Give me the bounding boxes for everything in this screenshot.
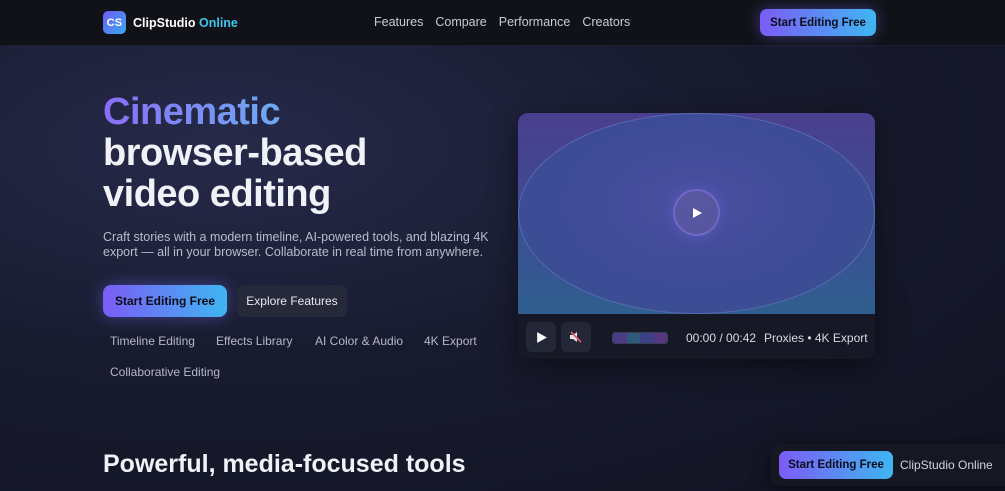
hero-title-highlight: Cinematic: [103, 92, 367, 133]
scrubber-segment: [653, 333, 667, 343]
tag-4k-export[interactable]: 4K Export: [424, 334, 477, 348]
top-nav: CS ClipStudio Online Features Compare Pe…: [0, 0, 1005, 46]
hero-title: Cinematic browser-based video editing: [103, 92, 367, 215]
big-play-button[interactable]: [673, 189, 720, 236]
video-preview[interactable]: [518, 113, 875, 314]
nav-link-compare[interactable]: Compare: [435, 15, 486, 29]
start-editing-button[interactable]: Start Editing Free: [103, 285, 227, 317]
hero-title-line2: browser-based: [103, 132, 367, 174]
brand[interactable]: CS ClipStudio Online: [103, 11, 238, 34]
nav-link-performance[interactable]: Performance: [499, 15, 571, 29]
logo: CS: [103, 11, 126, 34]
floating-start-editing-button[interactable]: Start Editing Free: [779, 451, 893, 479]
hero-subtitle: Craft stories with a modern timeline, AI…: [103, 230, 489, 259]
nav-links: Features Compare Performance Creators: [374, 15, 630, 29]
nav-link-creators[interactable]: Creators: [582, 15, 630, 29]
muted-speaker-icon: [570, 331, 582, 343]
tag-ai-color-audio[interactable]: AI Color & Audio: [315, 334, 403, 348]
floating-cta-bar: Start Editing Free ClipStudio Online: [771, 444, 1005, 486]
brand-name: ClipStudio Online: [133, 16, 238, 30]
brand-name-main: ClipStudio: [133, 15, 196, 30]
video-player: 00:00 / 00:42 Proxies • 4K Export: [518, 113, 875, 359]
scrubber-segment: [613, 333, 627, 343]
play-icon: [692, 207, 702, 218]
explore-features-button[interactable]: Explore Features: [237, 285, 347, 317]
scrubber-segment: [626, 333, 640, 343]
nav-start-editing-button[interactable]: Start Editing Free: [760, 9, 876, 36]
time-readout: 00:00 / 00:42: [686, 331, 757, 345]
play-button[interactable]: [526, 322, 556, 352]
floating-brand-label: ClipStudio Online: [900, 458, 993, 472]
player-controls: 00:00 / 00:42 Proxies • 4K Export: [518, 314, 875, 359]
export-meta: Proxies • 4K Export: [764, 331, 868, 345]
tag-timeline-editing[interactable]: Timeline Editing: [110, 334, 195, 348]
brand-name-accent: Online: [198, 15, 238, 30]
tag-collaborative-editing[interactable]: Collaborative Editing: [110, 365, 220, 379]
scrubber-segment: [640, 333, 654, 343]
tag-effects-library[interactable]: Effects Library: [216, 334, 292, 348]
play-icon: [536, 331, 547, 343]
section-title: Powerful, media-focused tools: [103, 450, 466, 478]
hero-title-line3: video editing: [103, 173, 331, 215]
timeline-scrubber[interactable]: [612, 332, 668, 344]
nav-link-features[interactable]: Features: [374, 15, 423, 29]
mute-button[interactable]: [561, 322, 591, 352]
